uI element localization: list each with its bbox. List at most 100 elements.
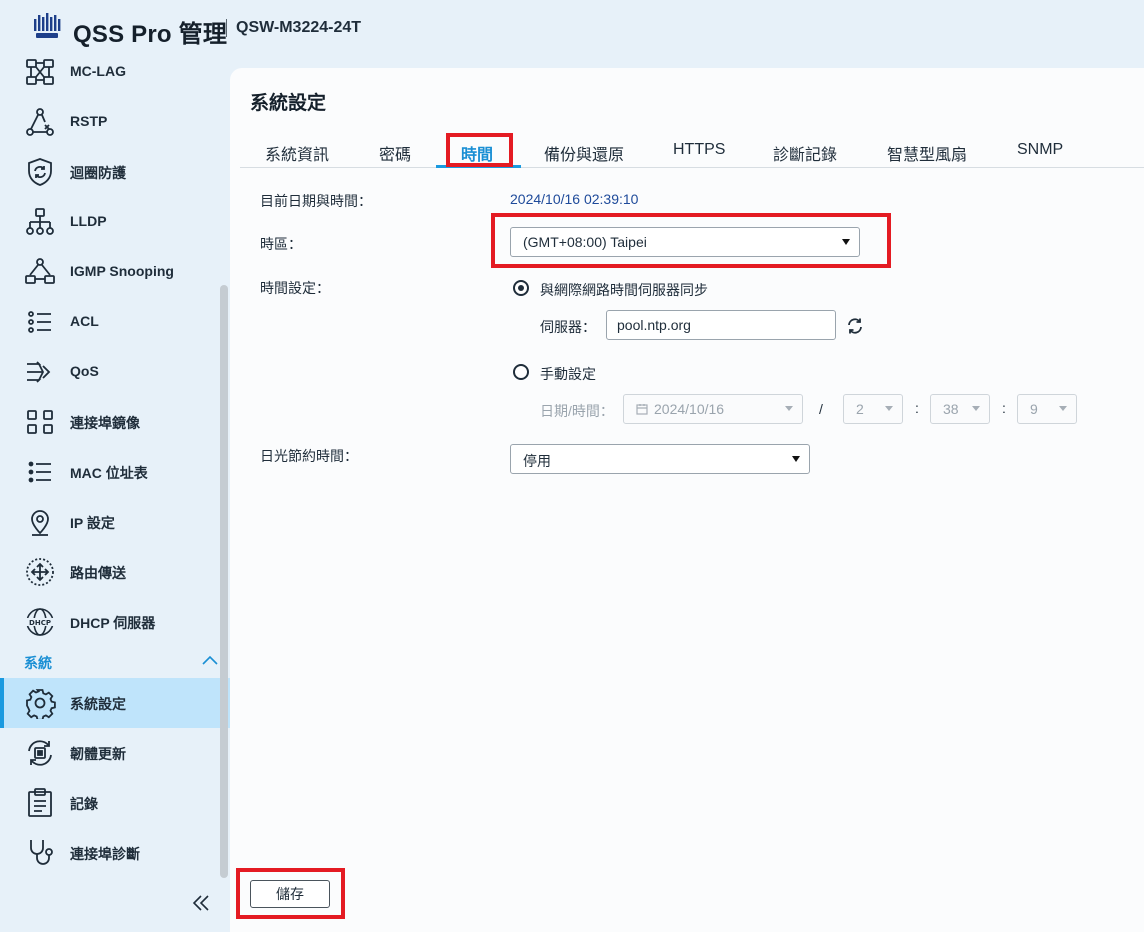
manual-second-value: 9 [1030, 401, 1038, 417]
sidebar-item-port-diagnostics[interactable]: 連接埠診斷 [0, 828, 230, 878]
sidebar-item-label: 迴圈防護 [70, 165, 126, 181]
sidebar-item-rstp[interactable]: RSTP [0, 97, 230, 147]
title-divider [226, 19, 227, 37]
manual-minute-select: 38 [930, 394, 990, 424]
svg-text:DHCP: DHCP [29, 619, 51, 627]
sidebar-item-dhcp-server[interactable]: DHCP DHCP 伺服器 [0, 597, 230, 647]
calendar-icon [636, 404, 648, 415]
device-model: QSW-M3224-24T [236, 19, 362, 36]
sidebar-item-port-mirroring[interactable]: 連接埠鏡像 [0, 397, 230, 447]
sidebar-item-label: 韌體更新 [70, 746, 126, 762]
manual-setting-radio[interactable] [513, 364, 529, 380]
mac-table-list-icon [28, 461, 51, 483]
qos-icon [27, 361, 51, 383]
sidebar-item-system-settings[interactable]: 系統設定 [0, 678, 230, 728]
sidebar-item-label: 系統設定 [70, 696, 126, 712]
sidebar: MC-LAG RSTP 迴圈防護 LLDP IGMP Snooping ACL … [0, 50, 230, 932]
mclag-icon [26, 59, 54, 85]
routing-icon [26, 558, 54, 586]
tab-smart-fan[interactable]: 智慧型風扇 [887, 141, 967, 165]
sidebar-item-ip-settings[interactable]: IP 設定 [0, 497, 230, 547]
tab-time[interactable]: 時間 [461, 141, 493, 165]
igmp-snooping-icon [25, 258, 55, 284]
sidebar-item-label: 連接埠鏡像 [70, 415, 140, 431]
tab-backup-restore[interactable]: 備份與還原 [544, 141, 624, 165]
sidebar-item-acl[interactable]: ACL [0, 297, 230, 347]
clipboard-icon [28, 788, 52, 817]
sidebar-item-logs[interactable]: 記錄 [0, 778, 230, 828]
qss-logo-icon [34, 13, 61, 38]
sidebar-item-label: 路由傳送 [70, 565, 126, 581]
sidebar-item-label: QoS [70, 363, 99, 379]
tab-system-info[interactable]: 系統資訊 [265, 141, 329, 165]
manual-minute-value: 38 [943, 401, 959, 417]
dst-select[interactable]: 停用 [510, 444, 810, 474]
sidebar-section-system[interactable]: 系統 [24, 653, 52, 673]
tab-https[interactable]: HTTPS [673, 141, 725, 159]
time-setting-label: 時間設定： [260, 280, 330, 296]
time-separator: : [1002, 400, 1006, 416]
sidebar-item-mc-lag[interactable]: MC-LAG [0, 47, 230, 97]
sidebar-item-label: RSTP [70, 113, 108, 129]
sidebar-item-label: MC-LAG [70, 63, 126, 79]
sidebar-item-label: LLDP [70, 213, 107, 229]
tab-diagnostic-logs[interactable]: 診斷記錄 [773, 141, 837, 165]
sync-ntp-label[interactable]: 與網際網路時間伺服器同步 [540, 280, 708, 300]
current-datetime-value: 2024/10/16 02:39:10 [510, 191, 639, 207]
dropdown-caret-icon [885, 406, 893, 411]
timezone-select[interactable]: (GMT+08:00) Taipei [510, 227, 860, 257]
timezone-selected-value: (GMT+08:00) Taipei [523, 234, 647, 250]
tab-snmp[interactable]: SNMP [1017, 141, 1063, 159]
dst-label: 日光節約時間： [260, 448, 358, 464]
loop-protection-shield-icon [28, 158, 52, 186]
sidebar-item-label: DHCP 伺服器 [70, 615, 156, 631]
dropdown-caret-icon [972, 406, 980, 411]
sidebar-item-firmware-update[interactable]: 韌體更新 [0, 728, 230, 778]
dst-selected-value: 停用 [523, 453, 551, 469]
server-label: 伺服器： [540, 319, 596, 335]
app-title: QSS Pro 管理 [73, 21, 228, 48]
stethoscope-icon [30, 840, 53, 865]
sidebar-item-mac-table[interactable]: MAC 位址表 [0, 447, 230, 497]
manual-hour-select: 2 [843, 394, 903, 424]
sidebar-item-label: ACL [70, 313, 99, 329]
tab-bar: 系統資訊 密碼 時間 備份與還原 HTTPS 診斷記錄 智慧型風扇 SNMP [240, 128, 1144, 168]
manual-date-picker: 2024/10/16 [623, 394, 803, 424]
lldp-icon [26, 208, 54, 235]
sidebar-item-igmp-snooping[interactable]: IGMP Snooping [0, 247, 230, 297]
dropdown-caret-icon [792, 456, 800, 462]
manual-datetime-label: 日期/時間： [540, 403, 614, 419]
sidebar-item-label: 連接埠診斷 [70, 846, 140, 862]
sidebar-item-qos[interactable]: QoS [0, 347, 230, 397]
tab-password[interactable]: 密碼 [379, 141, 411, 165]
manual-second-select: 9 [1017, 394, 1077, 424]
location-pin-icon [31, 510, 49, 536]
sidebar-item-label: MAC 位址表 [70, 465, 148, 481]
current-datetime-label: 目前日期與時間： [260, 193, 372, 209]
sidebar-item-lldp[interactable]: LLDP [0, 197, 230, 247]
timezone-label: 時區： [260, 236, 302, 252]
sidebar-scrollbar[interactable] [220, 285, 228, 878]
gear-icon [26, 689, 56, 719]
sidebar-item-loop-protection[interactable]: 迴圈防護 [0, 147, 230, 197]
date-time-separator: / [819, 401, 823, 417]
main-panel: 系統設定 系統資訊 密碼 時間 備份與還原 HTTPS 診斷記錄 智慧型風扇 S… [230, 68, 1144, 932]
collapse-sidebar-icon[interactable] [190, 893, 212, 913]
port-mirroring-icon [27, 410, 53, 434]
rstp-icon [26, 108, 54, 136]
sync-ntp-radio[interactable] [513, 280, 529, 296]
dropdown-caret-icon [1059, 406, 1067, 411]
manual-hour-value: 2 [856, 401, 864, 417]
sidebar-item-routing[interactable]: 路由傳送 [0, 547, 230, 597]
refresh-icon[interactable] [846, 317, 864, 335]
acl-list-icon [28, 311, 51, 333]
dhcp-globe-icon: DHCP [26, 608, 54, 636]
ntp-server-input[interactable] [606, 310, 836, 340]
manual-setting-label[interactable]: 手動設定 [540, 364, 596, 384]
time-separator: : [915, 400, 919, 416]
chevron-up-icon[interactable] [201, 653, 219, 667]
active-tab-indicator [436, 165, 521, 168]
firmware-update-icon [28, 740, 52, 766]
sidebar-item-label: IGMP Snooping [70, 263, 174, 279]
save-button[interactable]: 儲存 [250, 880, 330, 908]
